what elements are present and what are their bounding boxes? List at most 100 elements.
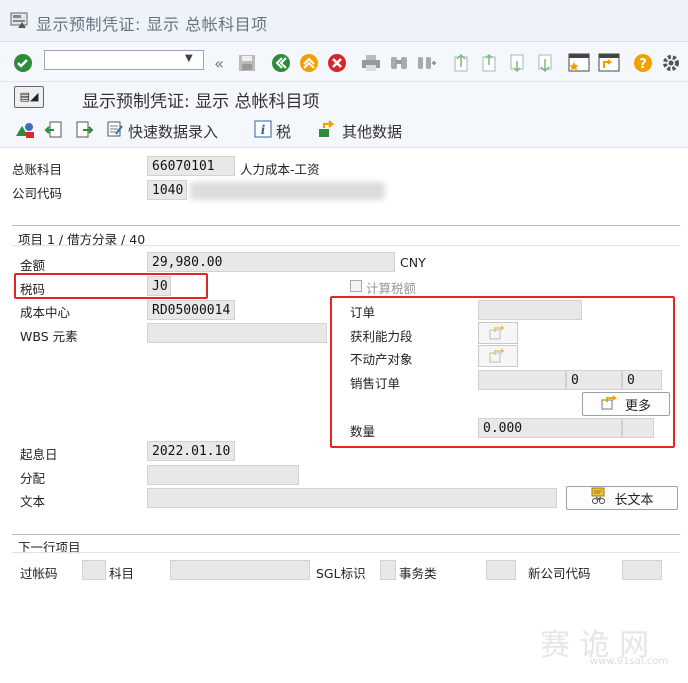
settings-gear-icon[interactable] [660,52,682,74]
next-item-section-title: 下一行项目 [18,540,81,555]
transaction-type-label: 事务类 [399,566,437,581]
amount-label: 金额 [20,258,46,273]
assignment-label: 分配 [20,471,46,486]
cost-center-field[interactable]: RD05000014 [147,300,235,320]
back-icon[interactable] [270,52,292,74]
calculate-tax-label: 计算税额 [366,281,417,296]
long-text-label: 长文本 [614,492,654,508]
sales-order-field[interactable] [478,370,566,390]
unit-field[interactable] [622,418,654,438]
profit-segment-arrow-icon [489,324,507,343]
more-button[interactable]: 更多 [582,392,670,416]
quick-entry-label: 快速数据录入 [128,122,219,141]
document-overview-icon[interactable] [14,120,36,140]
previous-item-icon[interactable] [44,120,64,140]
sales-order-item-field[interactable]: 0 [566,370,622,390]
account-label: 科目 [109,566,135,581]
next-item-section-divider [12,534,680,535]
create-session-icon[interactable] [568,52,590,74]
sales-order-schedule-field[interactable]: 0 [622,370,662,390]
wbs-element-field[interactable] [147,323,327,343]
watermark-url: www.91sai.com [590,656,669,667]
special-gl-label: SGL标识 [316,566,366,581]
long-text-icon [590,487,608,509]
wbs-element-label: WBS 元素 [20,329,78,344]
other-data-label: 其他数据 [342,122,403,141]
currency-label: CNY [400,255,426,270]
new-company-code-label: 新公司代码 [528,566,591,581]
text-field[interactable] [147,488,557,508]
save-icon[interactable] [236,52,258,74]
app-window-icon [10,12,28,30]
item-section-divider [12,225,680,226]
new-company-code-field[interactable] [622,560,662,580]
previous-page-icon[interactable] [478,52,500,74]
long-text-button[interactable]: 长文本 [566,486,678,510]
cancel-icon[interactable] [326,52,348,74]
special-gl-field[interactable] [380,560,396,580]
find-icon[interactable] [388,52,410,74]
value-date-field[interactable]: 2022.01.10 [147,441,235,461]
svg-text:?: ? [639,57,647,72]
command-field[interactable] [44,50,204,70]
value-date-label: 起息日 [20,447,58,462]
quantity-field[interactable]: 0.000 [478,418,622,438]
screen-menu-icon[interactable]: ▤◢ [14,86,44,108]
window-title: 显示预制凭证: 显示 总帐科目项 [36,15,268,34]
find-next-icon[interactable] [416,52,438,74]
next-page-icon[interactable] [506,52,528,74]
quantity-label: 数量 [350,424,376,439]
screen-title: 显示预制凭证: 显示 总帐科目项 [82,92,320,112]
calculate-tax-checkbox[interactable] [350,280,362,292]
application-toolbar: 快速数据录入 i 税 其他数据 [0,116,688,148]
amount-field[interactable]: 29,980.00 [147,252,395,272]
more-label: 更多 [624,398,651,414]
account-field[interactable] [170,560,310,580]
last-page-icon[interactable] [534,52,556,74]
next-item-icon[interactable] [74,120,94,140]
real-estate-button[interactable] [478,345,518,367]
print-icon[interactable] [360,52,382,74]
other-data-button[interactable]: 其他数据 [318,120,402,142]
gl-account-field[interactable]: 66070101 [147,156,235,176]
gl-account-description: 人力成本-工资 [240,162,320,177]
collapse-double-chevron-icon[interactable]: « [208,52,230,74]
title-bar: 显示预制凭证: 显示 总帐科目项 [0,0,688,42]
exit-icon[interactable] [298,52,320,74]
info-icon: i [254,120,272,142]
quick-entry-icon [106,120,124,142]
text-label: 文本 [20,494,46,509]
assignment-field[interactable] [147,465,299,485]
quick-entry-button[interactable]: 快速数据录入 [106,120,218,142]
transaction-type-field[interactable] [486,560,516,580]
shortcut-icon[interactable] [598,52,620,74]
more-arrow-icon [601,394,619,414]
svg-text:i: i [261,123,266,137]
next-item-section-underline [12,552,680,553]
tax-button[interactable]: i 税 [254,120,291,142]
posting-key-field[interactable] [82,560,106,580]
company-code-field[interactable]: 1040 [147,180,187,200]
command-dropdown-icon[interactable]: ▼ [185,53,193,64]
screen-header: ▤◢ 显示预制凭证: 显示 总帐科目项 [0,82,688,116]
cost-center-label: 成本中心 [20,305,71,320]
profit-segment-label: 获利能力段 [350,329,413,344]
tax-label: 税 [276,122,292,141]
tax-code-field[interactable]: J0 [147,276,171,296]
order-label: 订单 [350,305,376,320]
order-field[interactable] [478,300,582,320]
redacted-company-name [190,182,385,200]
sales-order-label: 销售订单 [350,376,401,391]
tax-code-label: 税码 [20,282,46,297]
company-code-label: 公司代码 [12,186,63,201]
profit-segment-button[interactable] [478,322,518,344]
enter-check-icon[interactable] [12,52,34,74]
real-estate-arrow-icon [489,347,507,366]
other-data-icon [318,120,338,142]
real-estate-label: 不动产对象 [350,352,413,367]
standard-toolbar: ▼ « ? [0,42,688,82]
posting-key-label: 过帐码 [20,566,58,581]
gl-account-label: 总账科目 [12,162,63,177]
first-page-icon[interactable] [450,52,472,74]
help-icon[interactable]: ? [632,52,654,74]
